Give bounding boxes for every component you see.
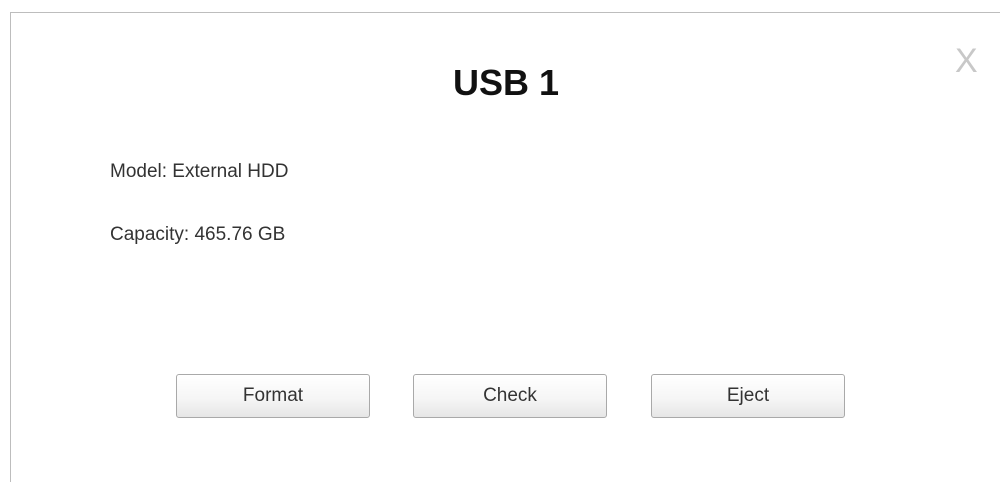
- close-icon[interactable]: X: [955, 43, 978, 79]
- format-button[interactable]: Format: [176, 374, 370, 418]
- model-label: Model: External HDD: [110, 161, 289, 182]
- dialog-title: USB 1: [452, 62, 560, 103]
- capacity-label: Capacity: 465.76 GB: [110, 224, 286, 245]
- eject-button[interactable]: Eject: [651, 374, 845, 418]
- check-button[interactable]: Check: [413, 374, 607, 418]
- usb-dialog: USB 1 X Model: External HDD Capacity: 46…: [10, 12, 1000, 482]
